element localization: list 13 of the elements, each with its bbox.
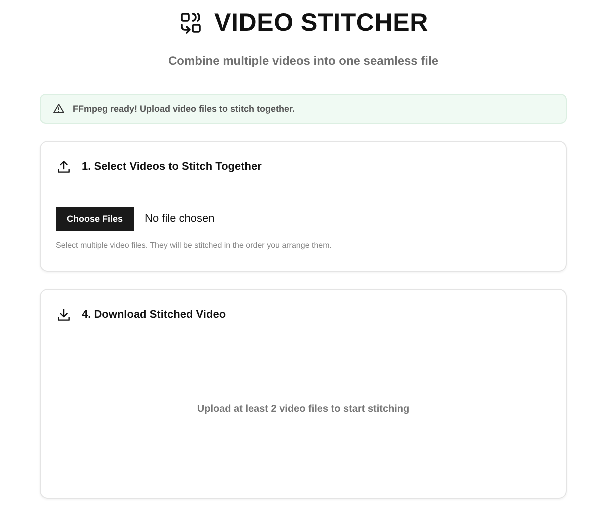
download-icon	[56, 307, 72, 323]
subtitle: Combine multiple videos into one seamless file	[168, 54, 439, 68]
section-title: 1. Select Videos to Stitch Together	[82, 161, 262, 173]
section-title: 4. Download Stitched Video	[82, 309, 226, 321]
swap-icon	[178, 11, 203, 35]
upload-icon	[56, 159, 72, 175]
alert-text: FFmpeg ready! Upload video files to stitch together.	[73, 104, 296, 114]
empty-message: Upload at least 2 video files to start stitching	[197, 404, 410, 414]
hint-text: Select multiple video files. They will be stitched in the order you arrange them.	[56, 241, 333, 250]
warning-icon	[53, 103, 65, 115]
app-title: VIDEO STITCHER	[214, 8, 428, 38]
file-status: No file chosen	[145, 213, 215, 225]
choose-files-button[interactable]: Choose Files	[56, 207, 134, 231]
